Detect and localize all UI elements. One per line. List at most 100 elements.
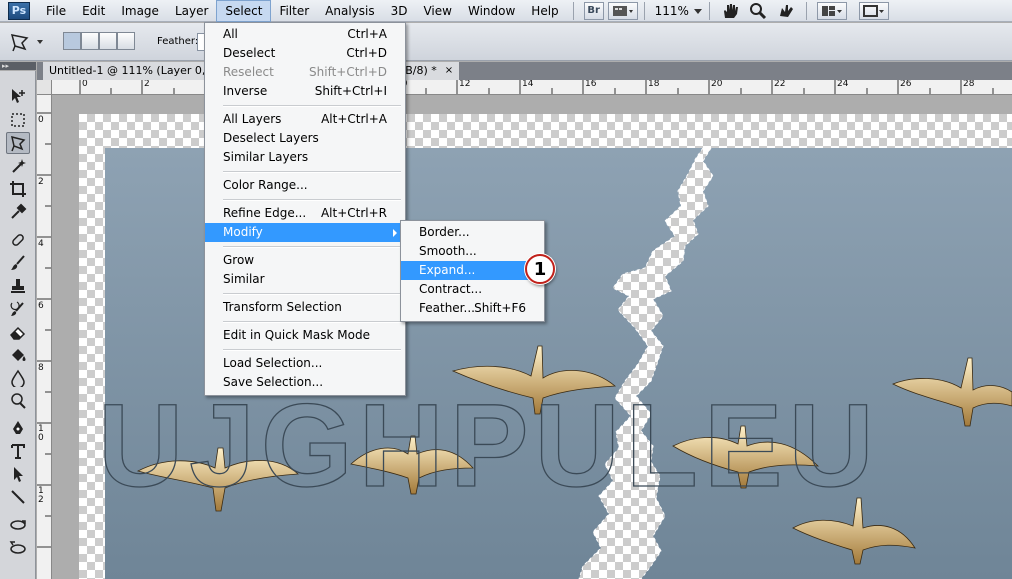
step-number-badge: 1 xyxy=(525,254,555,284)
menu-item-similar-layers[interactable]: Similar Layers xyxy=(205,148,405,167)
intersect-selection-button[interactable] xyxy=(117,32,135,50)
clone-stamp-tool[interactable] xyxy=(6,275,30,297)
extras-button[interactable] xyxy=(607,1,638,20)
menu-item-refine-edge[interactable]: Refine Edge... Alt+Ctrl+R xyxy=(205,204,405,223)
move-tool[interactable] xyxy=(6,85,30,107)
menu-analysis[interactable]: Analysis xyxy=(317,0,382,22)
menu-separator xyxy=(205,289,405,298)
new-selection-button[interactable] xyxy=(63,32,81,50)
chevron-down-icon[interactable] xyxy=(693,6,703,16)
3d-rotate-tool[interactable] xyxy=(6,514,30,536)
menu-item-label: Inverse xyxy=(223,84,268,98)
menu-item-grow[interactable]: Grow xyxy=(205,251,405,270)
marquee-icon xyxy=(11,113,25,127)
menu-item-transform-selection[interactable]: Transform Selection xyxy=(205,298,405,317)
close-icon[interactable]: × xyxy=(445,62,453,80)
menu-edit[interactable]: Edit xyxy=(74,0,113,22)
menu-item-contract[interactable]: Contract... xyxy=(401,280,544,299)
menu-view[interactable]: View xyxy=(415,0,459,22)
crop-tool[interactable] xyxy=(6,178,30,200)
menu-help[interactable]: Help xyxy=(523,0,566,22)
3d-orbit-tool[interactable] xyxy=(6,537,30,559)
menu-item-feather[interactable]: Feather... Shift+F6 xyxy=(401,299,544,318)
healing-brush-tool[interactable] xyxy=(6,229,30,251)
type-tool[interactable] xyxy=(6,440,30,462)
menu-item-save-selection[interactable]: Save Selection... xyxy=(205,373,405,392)
menu-item-deselect[interactable]: Deselect Ctrl+D xyxy=(205,44,405,63)
stamp-icon xyxy=(11,279,25,293)
ruler-label: 2 xyxy=(144,80,150,89)
history-brush-tool[interactable] xyxy=(6,298,30,320)
document-tab-strip: Untitled-1 @ 111% (Layer 0, R B, RGB/8) … xyxy=(37,62,1012,80)
menu-separator xyxy=(205,345,405,354)
menu-item-inverse[interactable]: Inverse Shift+Ctrl+I xyxy=(205,82,405,101)
crop-icon xyxy=(10,181,26,197)
separator xyxy=(805,1,807,20)
menu-item-label: Reselect xyxy=(223,65,274,79)
menu-layer[interactable]: Layer xyxy=(167,0,216,22)
horizontal-ruler[interactable]: 0 2 4 6 8 10 12 14 16 18 20 22 24 26 28 xyxy=(52,80,1012,95)
vertical-ruler[interactable]: 0 2 4 6 8 1 0 1 2 xyxy=(37,95,52,579)
paint-bucket-icon xyxy=(12,349,26,361)
arrange-documents-button[interactable] xyxy=(816,1,847,20)
menu-item-quick-mask[interactable]: Edit in Quick Mask Mode xyxy=(205,326,405,345)
menu-item-color-range[interactable]: Color Range... xyxy=(205,176,405,195)
menu-bar: Ps File Edit Image Layer Select Filter A… xyxy=(0,0,1012,22)
dodge-tool[interactable] xyxy=(6,390,30,412)
brush-tool[interactable] xyxy=(6,252,30,274)
menu-image[interactable]: Image xyxy=(113,0,167,22)
menu-window[interactable]: Window xyxy=(460,0,523,22)
menu-item-label: Save Selection... xyxy=(223,375,324,389)
menu-item-similar[interactable]: Similar xyxy=(205,270,405,289)
document-canvas[interactable]: UJGHPULEU xyxy=(53,96,1012,579)
menu-item-label: Border... xyxy=(419,225,470,239)
marquee-tool[interactable] xyxy=(6,109,30,131)
eyedropper-tool[interactable] xyxy=(6,201,30,223)
menu-item-deselect-layers[interactable]: Deselect Layers xyxy=(205,129,405,148)
dodge-icon xyxy=(11,393,26,409)
menu-item-all-layers[interactable]: All Layers Alt+Ctrl+A xyxy=(205,110,405,129)
ruler-origin[interactable] xyxy=(37,80,52,95)
menu-select[interactable]: Select xyxy=(216,0,272,22)
paint-bucket-tool[interactable] xyxy=(6,344,30,366)
menu-item-expand[interactable]: Expand... xyxy=(401,261,544,280)
menu-3d[interactable]: 3D xyxy=(383,0,416,22)
tool-preset-picker[interactable] xyxy=(8,31,48,53)
menu-file[interactable]: File xyxy=(38,0,74,22)
menu-separator xyxy=(205,195,405,204)
menu-filter[interactable]: Filter xyxy=(271,0,317,22)
lasso-tool[interactable] xyxy=(6,132,30,154)
subtract-from-selection-button[interactable] xyxy=(99,32,117,50)
menu-item-load-selection[interactable]: Load Selection... xyxy=(205,354,405,373)
blur-tool[interactable] xyxy=(6,367,30,389)
ruler-label: 2 xyxy=(38,177,44,187)
zoom-level[interactable]: 111% xyxy=(651,4,693,18)
menu-item-shortcut: Shift+Ctrl+D xyxy=(309,65,387,79)
menu-item-modify[interactable]: Modify xyxy=(205,223,405,242)
line-tool[interactable] xyxy=(6,486,30,508)
zoom-icon[interactable] xyxy=(748,2,768,20)
ruler-label: 8 xyxy=(38,363,44,373)
pen-tool[interactable] xyxy=(6,417,30,439)
ruler-label: 12 xyxy=(459,80,471,89)
menu-item-smooth[interactable]: Smooth... xyxy=(401,242,544,261)
menu-item-label: Smooth... xyxy=(419,244,477,258)
eraser-tool[interactable] xyxy=(6,321,30,343)
rotate-view-icon[interactable] xyxy=(776,2,796,20)
chevron-down-icon xyxy=(37,40,43,44)
menu-item-reselect[interactable]: Reselect Shift+Ctrl+D xyxy=(205,63,405,82)
ruler-label: 1 0 xyxy=(38,424,44,443)
menu-item-border[interactable]: Border... xyxy=(401,223,544,242)
add-to-selection-button[interactable] xyxy=(81,32,99,50)
screen-mode-button[interactable] xyxy=(858,1,889,20)
menu-item-all[interactable]: All Ctrl+A xyxy=(205,25,405,44)
menu-item-label: Modify xyxy=(223,225,263,239)
magic-wand-tool[interactable] xyxy=(6,155,30,177)
tools-panel-header[interactable]: ▸▸ xyxy=(0,62,36,70)
hand-icon[interactable] xyxy=(720,2,740,20)
menu-item-shortcut: Alt+Ctrl+A xyxy=(321,112,387,126)
path-selection-tool[interactable] xyxy=(6,463,30,485)
ruler-label: 24 xyxy=(837,80,849,89)
magic-wand-icon xyxy=(12,159,26,173)
bridge-button[interactable]: Br xyxy=(583,1,604,20)
